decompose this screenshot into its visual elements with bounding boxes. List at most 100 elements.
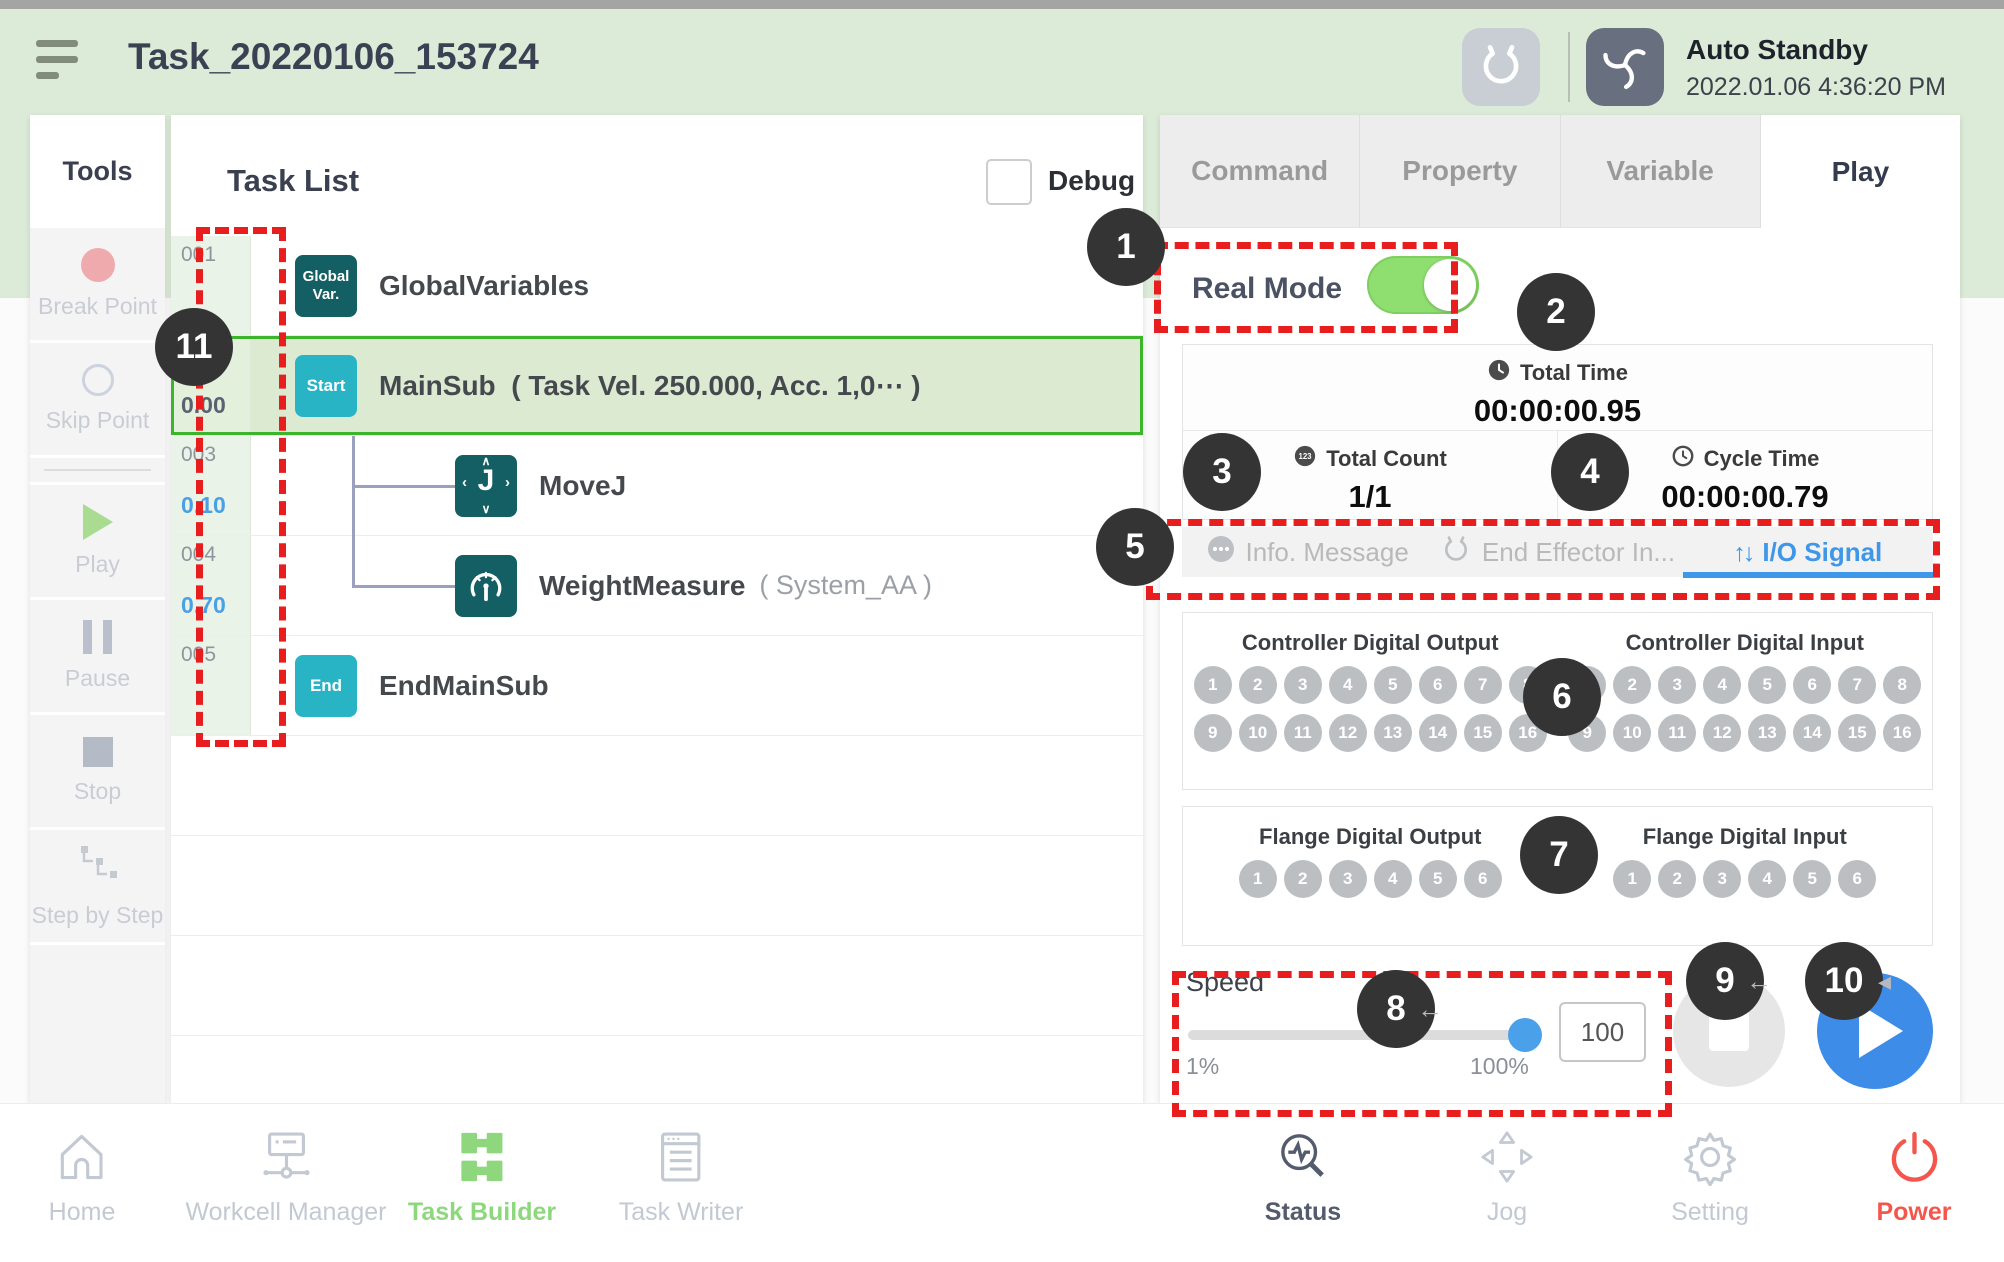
nav-item-setting[interactable]: Setting (1671, 1126, 1749, 1227)
task-row[interactable]: 0040.70WeightMeasure( System_AA ) (171, 536, 1143, 636)
break-point-icon (81, 248, 115, 282)
io-channel-8[interactable]: 8 (1883, 666, 1921, 704)
tool-skip-point[interactable]: Skip Point (30, 343, 165, 455)
io-channel-3[interactable]: 3 (1658, 666, 1696, 704)
io-channel-11[interactable]: 11 (1658, 714, 1696, 752)
nav-label-setting: Setting (1671, 1198, 1749, 1227)
tab-command[interactable]: Command (1160, 115, 1360, 228)
io-channel-11[interactable]: 11 (1284, 714, 1322, 752)
speed-slider-handle[interactable] (1508, 1018, 1542, 1052)
tool-step-by-step[interactable]: Step by Step (30, 830, 165, 942)
io-channel-5[interactable]: 5 (1748, 666, 1786, 704)
io-channel-8[interactable]: 8 (1509, 666, 1547, 704)
io-channel-15[interactable]: 15 (1464, 714, 1502, 752)
io-channel-6[interactable]: 6 (1464, 860, 1502, 898)
end-effector-button[interactable] (1462, 28, 1540, 106)
io-channel-13[interactable]: 13 (1374, 714, 1412, 752)
io-channel-3[interactable]: 3 (1329, 860, 1367, 898)
cycle-time-cell: Cycle Time 00:00:00.79 (1558, 431, 1932, 520)
io-channel-9[interactable]: 9 (1568, 714, 1606, 752)
row-sublabel: ( System_AA ) (759, 570, 932, 601)
cycle-time-value: 00:00:00.79 (1558, 479, 1932, 515)
nav-label-task-writer: Task Writer (619, 1198, 744, 1227)
subtab-end-effector-in-[interactable]: End Effector In... (1432, 527, 1682, 577)
row-label: MainSub ( Task Vel. 250.000, Acc. 1,0⋯ ) (379, 369, 921, 402)
tab-property[interactable]: Property (1360, 115, 1560, 228)
task-row[interactable]: 0030.10∧J‹›∨MoveJ (171, 436, 1143, 536)
io-channel-5[interactable]: 5 (1374, 666, 1412, 704)
io-channel-3[interactable]: 3 (1284, 666, 1322, 704)
io-channel-4[interactable]: 4 (1703, 666, 1741, 704)
io-channel-7[interactable]: 7 (1838, 666, 1876, 704)
io-channel-6[interactable]: 6 (1793, 666, 1831, 704)
total-count-value: 1/1 (1183, 479, 1557, 515)
tool-play[interactable]: Play (30, 485, 165, 597)
io-channel-12[interactable]: 12 (1329, 714, 1367, 752)
nav-item-task-writer[interactable]: Task Writer (619, 1126, 744, 1227)
subtab-i-o-signal[interactable]: ↑↓I/O Signal (1683, 527, 1933, 577)
io-channel-10[interactable]: 10 (1613, 714, 1651, 752)
tab-play[interactable]: Play (1761, 115, 1960, 228)
io-channel-4[interactable]: 4 (1748, 860, 1786, 898)
controller-digital-output: Controller Digital Output 12345678910111… (1183, 613, 1558, 789)
io-channel-2[interactable]: 2 (1284, 860, 1322, 898)
io-channel-2[interactable]: 2 (1658, 860, 1696, 898)
play-icon (83, 504, 113, 540)
speed-min-label: 1% (1186, 1053, 1219, 1080)
io-channel-3[interactable]: 3 (1703, 860, 1741, 898)
io-channel-1[interactable]: 1 (1568, 666, 1606, 704)
io-channel-15[interactable]: 15 (1838, 714, 1876, 752)
tab-variable[interactable]: Variable (1561, 115, 1761, 228)
io-channel-14[interactable]: 14 (1419, 714, 1457, 752)
task-row[interactable]: 001GlobalVar.GlobalVariables (171, 236, 1143, 336)
task-row[interactable]: 005EndEndMainSub (171, 636, 1143, 736)
task-row[interactable]: 0020.00StartMainSub ( Task Vel. 250.000,… (171, 336, 1143, 436)
speed-slider-track[interactable] (1188, 1030, 1525, 1040)
nav-item-status[interactable]: Status (1265, 1126, 1341, 1227)
io-channel-1[interactable]: 1 (1194, 666, 1232, 704)
nav-item-home[interactable]: Home (49, 1126, 116, 1227)
io-channel-4[interactable]: 4 (1329, 666, 1367, 704)
real-mode-toggle[interactable] (1367, 256, 1479, 314)
debug-checkbox[interactable] (986, 159, 1032, 205)
io-channel-4[interactable]: 4 (1374, 860, 1412, 898)
io-channel-2[interactable]: 2 (1613, 666, 1651, 704)
io-channel-16[interactable]: 16 (1883, 714, 1921, 752)
nav-item-jog[interactable]: Jog (1478, 1126, 1536, 1227)
io-channel-6[interactable]: 6 (1838, 860, 1876, 898)
play-triangle-icon (1859, 1004, 1903, 1058)
io-channel-6[interactable]: 6 (1419, 666, 1457, 704)
io-channel-9[interactable]: 9 (1194, 714, 1232, 752)
io-channel-14[interactable]: 14 (1793, 714, 1831, 752)
stop-button[interactable] (1673, 975, 1785, 1087)
tool-stop[interactable]: Stop (30, 715, 165, 827)
menu-icon[interactable] (36, 40, 80, 82)
nav-item-power[interactable]: Power (1876, 1126, 1951, 1227)
io-channel-1[interactable]: 1 (1613, 860, 1651, 898)
io-channel-2[interactable]: 2 (1239, 666, 1277, 704)
nav-item-task-builder[interactable]: Task Builder (408, 1126, 556, 1227)
io-channel-10[interactable]: 10 (1239, 714, 1277, 752)
io-channel-5[interactable]: 5 (1419, 860, 1457, 898)
tool-break-point[interactable]: Break Point (30, 228, 165, 340)
tools-divider (30, 458, 165, 482)
nav-item-workcell-manager[interactable]: Workcell Manager (185, 1126, 386, 1227)
io-channel-1[interactable]: 1 (1239, 860, 1277, 898)
tool-pause[interactable]: Pause (30, 600, 165, 712)
play-button[interactable] (1817, 973, 1933, 1089)
row-number-cell: 005 (171, 636, 251, 735)
row-time: 0.10 (181, 492, 226, 519)
io-channel-7[interactable]: 7 (1464, 666, 1502, 704)
speed-value-field[interactable]: 100 (1559, 1002, 1646, 1062)
subtab-info-message[interactable]: Info. Message (1182, 527, 1432, 577)
row-number-cell: 001 (171, 236, 251, 335)
debug-label: Debug (1048, 165, 1135, 197)
io-channel-12[interactable]: 12 (1703, 714, 1741, 752)
row-number: 003 (181, 443, 216, 467)
robot-mode-button[interactable] (1586, 28, 1664, 106)
io-channel-5[interactable]: 5 (1793, 860, 1831, 898)
row-number-cell: 003 0.10 (171, 436, 251, 535)
io-channel-16[interactable]: 16 (1509, 714, 1547, 752)
io-channel-13[interactable]: 13 (1748, 714, 1786, 752)
speed-label: Speed (1186, 967, 1264, 998)
